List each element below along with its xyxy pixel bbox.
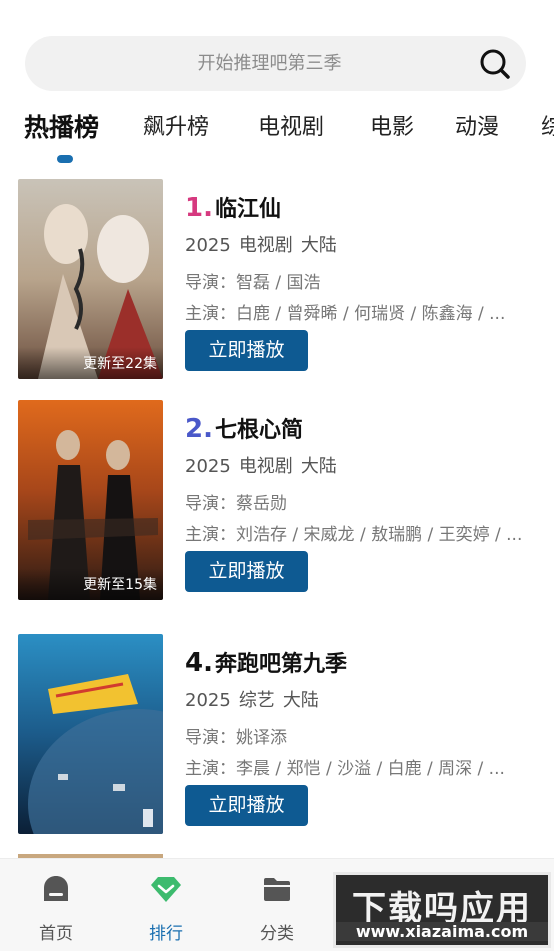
tab-movie[interactable]: 电影 bbox=[370, 106, 414, 150]
director-line: 导演：蔡岳勋 bbox=[185, 494, 287, 514]
ranking-icon bbox=[151, 877, 181, 902]
title-text: 奔跑吧第九季 bbox=[214, 652, 347, 677]
genre: 综艺 bbox=[238, 690, 275, 711]
meta-info: 2025 综艺 大陆 bbox=[185, 686, 319, 712]
cast-line: 主演：李晨 / 郑恺 / 沙溢 / 白鹿 / 周深 / ... bbox=[185, 759, 505, 779]
poster-art bbox=[18, 634, 163, 834]
nav-ranking[interactable]: 排行 bbox=[126, 873, 206, 944]
search-bar[interactable]: 开始推理吧第三季 bbox=[25, 36, 526, 91]
update-status: 更新至22集 bbox=[18, 347, 163, 379]
nav-label-category: 分类 bbox=[260, 924, 294, 944]
nav-category[interactable]: 分类 bbox=[237, 873, 317, 944]
cast-line: 主演：白鹿 / 曾舜晞 / 何瑞贤 / 陈鑫海 / ... bbox=[185, 304, 506, 324]
year: 2025 bbox=[185, 456, 231, 477]
nav-label-home: 首页 bbox=[39, 924, 73, 944]
search-input[interactable]: 开始推理吧第三季 bbox=[25, 36, 526, 91]
rank-number: 1. bbox=[185, 193, 213, 223]
region: 大陆 bbox=[300, 456, 337, 477]
tab-hot[interactable]: 热播榜 bbox=[24, 106, 99, 150]
nav-label-ranking: 排行 bbox=[149, 924, 183, 944]
director-line: 导演：姚译添 bbox=[185, 728, 287, 748]
tab-indicator bbox=[57, 155, 73, 163]
update-status: 更新至15集 bbox=[18, 568, 163, 600]
title[interactable]: 4.奔跑吧第九季 bbox=[185, 646, 347, 678]
tab-variety[interactable]: 综 bbox=[541, 106, 554, 150]
nav-home[interactable]: 首页 bbox=[16, 873, 96, 944]
play-button[interactable]: 立即播放 bbox=[185, 551, 308, 592]
title-text: 七根心简 bbox=[214, 418, 303, 443]
title[interactable]: 1.临江仙 bbox=[185, 191, 281, 223]
poster-image[interactable]: 更新至15集 bbox=[18, 400, 163, 600]
meta-info: 2025 电视剧 大陆 bbox=[185, 452, 337, 478]
genre: 电视剧 bbox=[238, 235, 293, 256]
meta-info: 2025 电视剧 大陆 bbox=[185, 231, 337, 257]
search-icon[interactable] bbox=[479, 48, 511, 80]
poster-image[interactable] bbox=[18, 634, 163, 834]
year: 2025 bbox=[185, 235, 231, 256]
year: 2025 bbox=[185, 690, 231, 711]
cast-line: 主演：刘浩存 / 宋威龙 / 敖瑞鹏 / 王奕婷 / ... bbox=[185, 525, 523, 545]
rank-number: 2. bbox=[185, 414, 213, 444]
poster-image[interactable]: 更新至22集 bbox=[18, 179, 163, 379]
director-line: 导演：智磊 / 国浩 bbox=[185, 273, 321, 293]
folder-icon bbox=[264, 878, 290, 901]
genre: 电视剧 bbox=[238, 456, 293, 477]
watermark-url: www.xiazaima.com bbox=[336, 922, 548, 941]
tab-anime[interactable]: 动漫 bbox=[455, 106, 499, 150]
category-tabs: 热播榜 飙升榜 电视剧 电影 动漫 综 bbox=[0, 106, 554, 166]
region: 大陆 bbox=[300, 235, 337, 256]
home-icon bbox=[44, 876, 68, 901]
tab-rising[interactable]: 飙升榜 bbox=[143, 106, 209, 150]
rank-number: 4. bbox=[185, 648, 213, 678]
title[interactable]: 2.七根心简 bbox=[185, 412, 303, 444]
play-button[interactable]: 立即播放 bbox=[185, 330, 308, 371]
region: 大陆 bbox=[282, 690, 319, 711]
title-text: 临江仙 bbox=[214, 197, 281, 222]
tab-tv-series[interactable]: 电视剧 bbox=[258, 106, 324, 150]
watermark-logo: 下载吗应用 www.xiazaima.com bbox=[333, 872, 551, 948]
play-button[interactable]: 立即播放 bbox=[185, 785, 308, 826]
